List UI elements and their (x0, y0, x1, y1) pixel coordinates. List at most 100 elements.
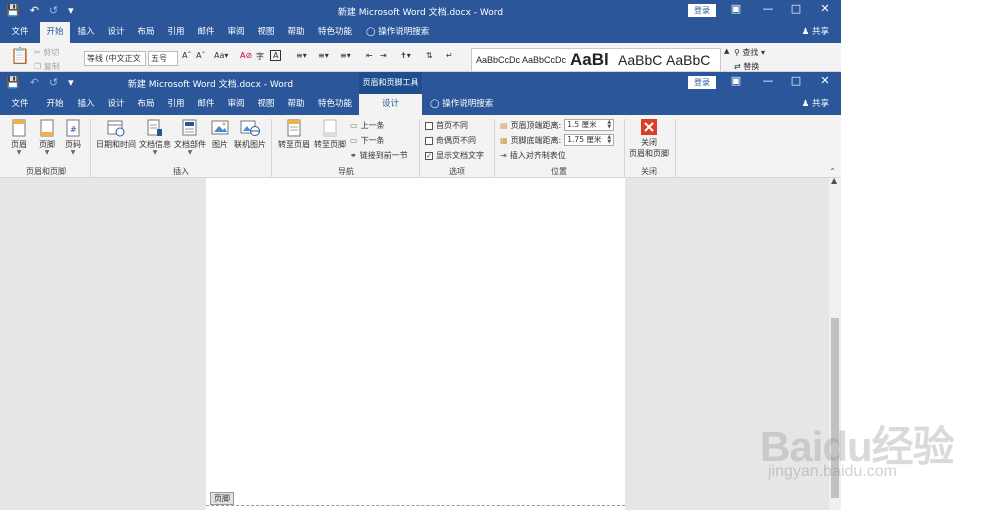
chinese-layout-icon[interactable]: ✝▾ (400, 51, 411, 60)
styles-scroll-icon[interactable]: ▲ (724, 47, 729, 55)
grow-font-icon[interactable]: Aˆ (182, 51, 191, 60)
tab-home[interactable]: 开始 (40, 94, 70, 115)
insert-alignment-tab-button[interactable]: ⇥ 插入对齐制表位 (500, 150, 566, 161)
tab-help[interactable]: 帮助 (281, 22, 311, 43)
tab-references[interactable]: 引用 (161, 22, 191, 43)
tab-home[interactable]: 开始 (40, 22, 70, 43)
group-label-position: 位置 (551, 167, 567, 176)
tab-layout[interactable]: 布局 (131, 22, 161, 43)
link-previous-button[interactable]: ⚭ 链接到前一节 (350, 150, 408, 161)
sort-icon[interactable]: ⇅ (426, 51, 433, 60)
tab-review[interactable]: 审阅 (221, 22, 251, 43)
find-button[interactable]: ⚲ 查找 ▾ (734, 47, 765, 58)
tab-help[interactable]: 帮助 (281, 94, 311, 115)
goto-header-button[interactable]: 转至页眉 (276, 119, 312, 150)
style-normal[interactable]: AaBbCcDc (476, 49, 520, 71)
tell-me-search[interactable]: ◯ 操作说明搜索 (430, 94, 493, 115)
next-section-icon: ▭ (350, 136, 358, 145)
tab-design[interactable]: 设计 (101, 22, 131, 43)
tab-insert[interactable]: 插入 (71, 22, 101, 43)
tab-layout[interactable]: 布局 (131, 94, 161, 115)
home-ribbon: 📋 ✂ 剪切 ❐ 复制 等线 (中文正文 五号 Aˆ Aˇ Aa▾ A⊘ 字 A… (0, 43, 841, 72)
tab-file[interactable]: 文件 (5, 22, 35, 43)
picture-button[interactable]: 图片 (209, 119, 231, 150)
decrease-indent-icon[interactable]: ⇤ (366, 51, 373, 60)
different-odd-even-checkbox[interactable]: 奇偶页不同 (425, 135, 476, 146)
group-label-close: 关闭 (641, 167, 657, 176)
close-button[interactable]: ✕ (815, 2, 835, 15)
share-button[interactable]: ♟ 共享 (802, 22, 829, 43)
styles-gallery[interactable]: AaBbCcDc AaBbCcDc AaBl AaBbC AaBbC (471, 48, 721, 71)
tab-references[interactable]: 引用 (161, 94, 191, 115)
tell-me-search[interactable]: ◯ 操作说明搜索 (366, 22, 429, 43)
shrink-font-icon[interactable]: Aˇ (196, 51, 205, 60)
paste-icon[interactable]: 📋 (10, 46, 30, 65)
cut-button[interactable]: ✂ 剪切 (34, 47, 59, 58)
style-heading-2[interactable]: AaBbC (618, 49, 662, 71)
font-name-select[interactable]: 等线 (中文正文 (84, 51, 146, 66)
numbering-icon[interactable]: ≡▾ (318, 51, 329, 60)
goto-footer-button[interactable]: 转至页脚 (312, 119, 348, 150)
scroll-up-icon[interactable]: ▲ (831, 176, 837, 185)
tab-design[interactable]: 设计 (101, 94, 131, 115)
show-document-text-checkbox[interactable]: ✓ 显示文档文字 (425, 150, 484, 161)
tab-featured[interactable]: 特色功能 (313, 22, 357, 43)
quick-parts-button[interactable]: 文档部件 ▼ (173, 119, 207, 156)
style-title[interactable]: AaBbC (666, 49, 710, 71)
tab-view[interactable]: 视图 (251, 94, 281, 115)
style-heading-1[interactable]: AaBl (570, 49, 609, 71)
font-size-select[interactable]: 五号 (148, 51, 178, 66)
phonetic-guide-icon[interactable]: 字 (256, 51, 264, 62)
change-case-icon[interactable]: Aa▾ (214, 51, 228, 60)
replace-button[interactable]: ⇄ 替换 (734, 61, 759, 71)
close-header-footer-button[interactable]: 关闭 页眉和页脚 (627, 119, 671, 159)
header-button[interactable]: 页眉 ▼ (8, 119, 30, 156)
page-number-icon: # (66, 119, 80, 137)
tab-view[interactable]: 视图 (251, 22, 281, 43)
minimize-button[interactable]: — (758, 2, 778, 15)
ribbon-display-icon[interactable]: ▣ (726, 74, 746, 87)
tab-featured[interactable]: 特色功能 (313, 94, 357, 115)
close-button[interactable]: ✕ (815, 74, 835, 87)
previous-section-button[interactable]: ▭ 上一条 (350, 120, 385, 131)
footer-button[interactable]: 页脚 ▼ (36, 119, 58, 156)
document-area: 页脚 ▲ (0, 176, 841, 510)
scissors-icon: ✂ (34, 48, 41, 57)
document-info-button[interactable]: 文档信息 ▼ (138, 119, 172, 156)
minimize-button[interactable]: — (758, 74, 778, 87)
tab-insert[interactable]: 插入 (71, 94, 101, 115)
copy-button[interactable]: ❐ 复制 (34, 61, 60, 71)
next-section-button[interactable]: ▭ 下一条 (350, 135, 385, 146)
tab-mailings[interactable]: 邮件 (191, 94, 221, 115)
calendar-clock-icon (107, 120, 125, 137)
char-border-icon[interactable]: A (270, 50, 282, 61)
login-button[interactable]: 登录 (688, 76, 716, 89)
tab-review[interactable]: 审阅 (221, 94, 251, 115)
tab-header-footer-design[interactable]: 设计 (359, 94, 422, 115)
group-label-options: 选项 (449, 167, 465, 176)
maximize-button[interactable]: □ (786, 74, 806, 87)
spinner-arrows-icon[interactable]: ▲ ▼ (607, 135, 611, 145)
date-time-button[interactable]: 日期和时间 (95, 119, 137, 150)
share-button[interactable]: ♟ 共享 (802, 94, 829, 115)
collapse-ribbon-icon[interactable]: ⌃ (829, 167, 836, 176)
footer-distance-spinner[interactable]: 1.75 厘米 ▲ ▼ (564, 134, 615, 146)
multilevel-list-icon[interactable]: ≡▾ (340, 51, 351, 60)
online-picture-button[interactable]: 联机图片 (233, 119, 267, 150)
page-number-button[interactable]: # 页码 ▼ (62, 119, 84, 156)
increase-indent-icon[interactable]: ⇥ (380, 51, 387, 60)
style-no-spacing[interactable]: AaBbCcDc (522, 49, 566, 71)
maximize-button[interactable]: □ (786, 2, 806, 15)
document-page[interactable]: 页脚 (206, 178, 625, 510)
tab-mailings[interactable]: 邮件 (191, 22, 221, 43)
clear-format-icon[interactable]: A⊘ (240, 51, 252, 60)
header-distance-spinner[interactable]: 1.5 厘米 ▲ ▼ (564, 119, 615, 131)
bullets-icon[interactable]: ≡▾ (296, 51, 307, 60)
tab-file[interactable]: 文件 (5, 94, 35, 115)
ribbon-display-icon[interactable]: ▣ (726, 2, 746, 15)
spinner-arrows-icon[interactable]: ▲ ▼ (607, 120, 611, 130)
different-first-page-checkbox[interactable]: 首页不同 (425, 120, 468, 131)
show-marks-icon[interactable]: ↵ (446, 51, 453, 60)
login-button[interactable]: 登录 (688, 4, 716, 17)
chevron-down-icon: ▼ (152, 149, 158, 156)
